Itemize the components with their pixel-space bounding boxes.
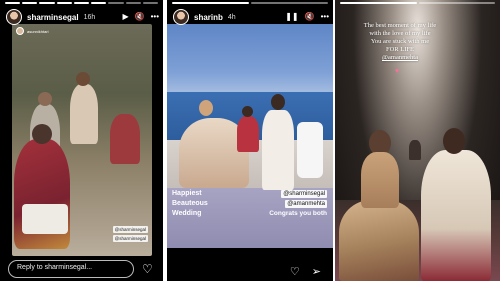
overlay-line: FOR LIFE xyxy=(386,46,414,53)
mute-icon[interactable]: 🔇 xyxy=(135,13,145,21)
chair xyxy=(22,204,68,234)
play-icon[interactable]: ▶ xyxy=(122,13,128,21)
person-figure xyxy=(70,84,98,144)
caption-line: Wedding xyxy=(172,210,202,217)
overlay-line: with the love of my life xyxy=(369,30,431,37)
chair xyxy=(297,122,323,178)
heart-icon[interactable]: ♡ xyxy=(142,262,153,276)
background-guest xyxy=(409,140,421,160)
mentions-block: @sharminsegal @amanmehta Congrats you bo… xyxy=(269,190,327,217)
more-icon[interactable]: ••• xyxy=(151,13,159,21)
timestamp: 16h xyxy=(83,13,96,21)
person-head xyxy=(443,128,465,154)
story-panel-2[interactable]: sharinb 4h ❚❚ 🔇 ••• Happiest Beauteous W… xyxy=(167,0,333,281)
story-panel-3[interactable]: The best moment of my life with the love… xyxy=(335,0,500,281)
person-head xyxy=(32,124,52,144)
story-header: sharinb 4h ❚❚ 🔇 ••• xyxy=(173,8,329,26)
pause-icon[interactable]: ❚❚ xyxy=(285,13,298,21)
person-figure xyxy=(361,152,399,208)
mention-tags: @sharminsegal @sharminsegal xyxy=(112,226,148,242)
person-head xyxy=(242,106,253,117)
person-figure xyxy=(110,114,140,164)
embedded-avatar xyxy=(16,27,24,35)
username[interactable]: sharinb xyxy=(194,13,223,22)
mention-tag[interactable]: @sharminsegal xyxy=(112,226,148,233)
person-head xyxy=(199,100,213,116)
caption-line: Beauteous xyxy=(172,200,208,207)
story-panel-1[interactable]: sharminsegal 16h ▶ 🔇 ••• asunnikhtari @s… xyxy=(0,0,163,281)
avatar[interactable] xyxy=(6,9,22,25)
groom-figure xyxy=(421,150,491,281)
mention-tag[interactable]: @sharminsegal xyxy=(112,235,148,242)
more-icon[interactable]: ••• xyxy=(321,13,329,21)
story-header: sharminsegal 16h ▶ 🔇 ••• xyxy=(6,8,159,26)
person-head xyxy=(271,94,285,110)
avatar[interactable] xyxy=(173,9,189,25)
person-head xyxy=(76,72,90,86)
progress-bars xyxy=(340,2,495,4)
groom-figure xyxy=(262,110,294,190)
heart-icon: ♥ xyxy=(395,68,400,75)
embedded-username: asunnikhtari xyxy=(27,28,49,34)
story-caption: Happiest Beauteous Wedding xyxy=(172,189,232,219)
send-icon[interactable]: ➢ xyxy=(312,265,321,278)
congrats-text: Congrats you both xyxy=(269,210,327,217)
username[interactable]: sharminsegal xyxy=(27,13,79,22)
story-overlay-text: The best moment of my life with the love… xyxy=(345,22,455,62)
person-figure xyxy=(237,116,259,152)
overlay-line: The best moment of my life xyxy=(363,22,437,29)
bride-figure xyxy=(339,200,419,281)
mention-tag[interactable]: @amanmehta xyxy=(285,200,327,208)
progress-bars xyxy=(172,2,328,4)
reply-input[interactable]: Reply to sharminsegal... xyxy=(8,260,134,278)
mention-tag[interactable]: @sharminsegal xyxy=(281,190,327,198)
mute-icon[interactable]: 🔇 xyxy=(305,13,315,21)
embedded-story-header: asunnikhtari xyxy=(16,27,49,35)
heart-icon[interactable]: ♡ xyxy=(290,265,300,278)
overlay-line: You are stuck with me xyxy=(370,38,430,45)
progress-bars xyxy=(5,2,158,4)
timestamp: 4h xyxy=(227,13,236,21)
person-head xyxy=(38,92,52,106)
caption-line: Happiest xyxy=(172,190,202,197)
story-photo: asunnikhtari @sharminsegal @sharminsegal xyxy=(12,24,152,256)
mention-tag[interactable]: @amanmehta xyxy=(345,54,455,62)
